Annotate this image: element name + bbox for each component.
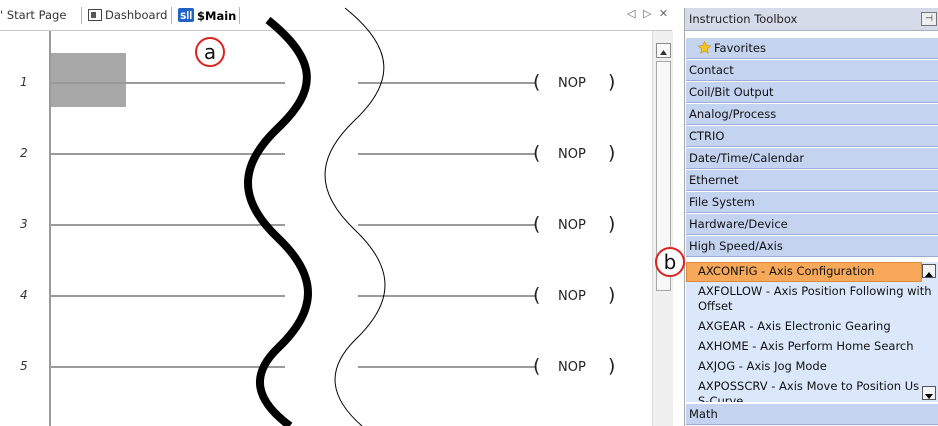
list-item-axfollow[interactable]: AXFOLLOW - Axis Position Following with (698, 284, 932, 299)
instruction-toolbox: Instruction Toolbox ⊣ Favorites Contact … (684, 8, 938, 426)
list-scroll-down-icon[interactable] (922, 386, 936, 400)
list-item-axjog[interactable]: AXJOG - Axis Jog Mode (698, 359, 827, 374)
category-label: Analog/Process (689, 107, 777, 121)
list-item-axconfig[interactable]: AXCONFIG - Axis Configuration (698, 264, 874, 279)
category-favorites[interactable]: Favorites (686, 38, 938, 59)
list-item-axfollow-continued[interactable]: Offset (698, 299, 733, 314)
toolbox-title: Instruction Toolbox (689, 12, 798, 26)
category-coil-bit-output[interactable]: Coil/Bit Output (686, 82, 938, 103)
list-item-axhome[interactable]: AXHOME - Axis Perform Home Search (698, 339, 914, 354)
high-speed-axis-instruction-list[interactable]: AXCONFIG - Axis Configuration AXFOLLOW -… (686, 262, 938, 402)
category-date-time-calendar[interactable]: Date/Time/Calendar (686, 148, 938, 169)
category-label: Coil/Bit Output (689, 85, 774, 99)
category-label: High Speed/Axis (689, 239, 783, 253)
scroll-up-arrow-icon[interactable] (656, 43, 671, 58)
category-contact[interactable]: Contact (686, 60, 938, 81)
callout-b: b (655, 247, 685, 277)
pin-icon[interactable]: ⊣ (921, 12, 937, 26)
category-label: Hardware/Device (689, 217, 788, 231)
toolbox-title-bar: Instruction Toolbox ⊣ (685, 8, 938, 31)
list-scroll-up-icon[interactable] (922, 264, 936, 278)
category-ethernet[interactable]: Ethernet (686, 170, 938, 191)
star-icon (698, 41, 711, 54)
category-analog-process[interactable]: Analog/Process (686, 104, 938, 125)
callout-a: a (195, 37, 225, 67)
list-item-axposscrv[interactable]: AXPOSSCRV - Axis Move to Position Us (698, 379, 919, 394)
category-label: Contact (689, 63, 734, 77)
ladder-vertical-scrollbar[interactable] (652, 31, 673, 426)
break-marker (244, 7, 386, 426)
category-label: CTRIO (689, 129, 725, 143)
list-item-axgear[interactable]: AXGEAR - Axis Electronic Gearing (698, 319, 891, 334)
category-label: Math (689, 407, 718, 421)
category-ctrio[interactable]: CTRIO (686, 126, 938, 147)
category-high-speed-axis[interactable]: High Speed/Axis (686, 236, 938, 257)
category-label: File System (689, 195, 755, 209)
category-math[interactable]: Math (686, 404, 938, 425)
category-label: Date/Time/Calendar (689, 151, 805, 165)
category-label: Ethernet (689, 173, 739, 187)
category-label: Favorites (714, 41, 766, 55)
category-file-system[interactable]: File System (686, 192, 938, 213)
category-hardware-device[interactable]: Hardware/Device (686, 214, 938, 235)
list-item-axposscrv-continued[interactable]: S-Curve (698, 394, 743, 402)
